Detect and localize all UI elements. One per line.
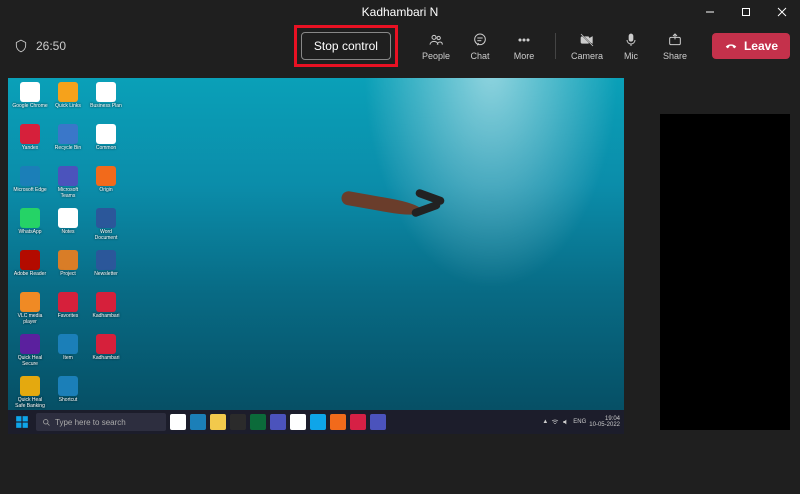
window-title: Kadhambari N: [362, 5, 439, 19]
desktop-icon[interactable]: Origin: [88, 166, 124, 206]
desktop-icon[interactable]: Quick Heal Secure: [12, 334, 48, 374]
people-button[interactable]: People: [417, 31, 455, 61]
stop-control-button[interactable]: Stop control: [301, 32, 391, 60]
sound-icon: [562, 418, 570, 426]
desktop-icon[interactable]: VLC media player: [12, 292, 48, 332]
close-button[interactable]: [764, 0, 800, 24]
call-timer: 26:50: [14, 39, 66, 53]
hangup-icon: [724, 39, 738, 53]
windows-taskbar: Type here to search ▲ ENG: [8, 410, 624, 434]
call-toolbar: 26:50 Stop control People Chat More Came…: [0, 24, 800, 68]
desktop-icon[interactable]: Google Chrome: [12, 82, 48, 122]
desktop-icon[interactable]: Adobe Reader: [12, 250, 48, 290]
duration-text: 26:50: [36, 39, 66, 53]
divider: [555, 33, 556, 59]
shield-icon: [14, 39, 28, 53]
taskbar-app[interactable]: [170, 414, 186, 430]
desktop-icon[interactable]: Microsoft Edge: [12, 166, 48, 206]
desktop-icon[interactable]: Quick Links: [50, 82, 86, 122]
taskbar-app[interactable]: [370, 414, 386, 430]
camera-button[interactable]: Camera: [568, 31, 606, 61]
more-icon: [516, 32, 532, 48]
minimize-button[interactable]: [692, 0, 728, 24]
share-button[interactable]: Share: [656, 31, 694, 61]
desktop-icon[interactable]: Yandex: [12, 124, 48, 164]
taskbar-search[interactable]: Type here to search: [36, 413, 166, 431]
maximize-button[interactable]: [728, 0, 764, 24]
desktop-icon[interactable]: Recycle Bin: [50, 124, 86, 164]
desktop-icon[interactable]: Common: [88, 124, 124, 164]
taskbar-app[interactable]: [210, 414, 226, 430]
taskbar-app[interactable]: [230, 414, 246, 430]
desktop-icon[interactable]: Project: [50, 250, 86, 290]
camera-off-icon: [579, 32, 595, 48]
chat-icon: [472, 32, 488, 48]
taskbar-app[interactable]: [330, 414, 346, 430]
taskbar-app[interactable]: [310, 414, 326, 430]
mic-button[interactable]: Mic: [612, 31, 650, 61]
system-tray[interactable]: ▲ ENG 19:04 10-05-2022: [542, 416, 620, 428]
desktop-icon[interactable]: Favorites: [50, 292, 86, 332]
taskbar-app[interactable]: [250, 414, 266, 430]
participant-video-panel: [660, 114, 790, 430]
start-button[interactable]: [12, 412, 32, 432]
desktop-icon[interactable]: Kadhambari: [88, 292, 124, 332]
people-icon: [428, 32, 444, 48]
desktop-icon[interactable]: Kadhambari: [88, 334, 124, 374]
taskbar-app[interactable]: [290, 414, 306, 430]
desktop-icon[interactable]: Word Document: [88, 208, 124, 248]
share-icon: [667, 32, 683, 48]
desktop-icons-grid: Google ChromeQuick LinksBusiness Plan Yan…: [12, 82, 124, 416]
chat-button[interactable]: Chat: [461, 31, 499, 61]
more-button[interactable]: More: [505, 31, 543, 61]
highlight-box: Stop control: [299, 30, 393, 62]
title-bar: Kadhambari N: [0, 0, 800, 24]
taskbar-app[interactable]: [270, 414, 286, 430]
search-icon: [42, 418, 51, 427]
desktop-icon[interactable]: Item: [50, 334, 86, 374]
shared-screen: Google ChromeQuick LinksBusiness Plan Yan…: [8, 78, 624, 434]
desktop-icon[interactable]: Business Plan: [88, 82, 124, 122]
taskbar-app[interactable]: [190, 414, 206, 430]
mic-icon: [623, 32, 639, 48]
desktop-icon[interactable]: Notes: [50, 208, 86, 248]
desktop-icon[interactable]: Newsletter: [88, 250, 124, 290]
wifi-icon: [551, 418, 559, 426]
desktop-icon[interactable]: Microsoft Teams: [50, 166, 86, 206]
leave-button[interactable]: Leave: [712, 33, 790, 59]
desktop-icon[interactable]: WhatsApp: [12, 208, 48, 248]
windows-icon: [15, 415, 29, 429]
teams-call-window: Kadhambari N 26:50 Stop control People C…: [0, 0, 800, 494]
window-controls: [692, 0, 800, 24]
taskbar-app[interactable]: [350, 414, 366, 430]
